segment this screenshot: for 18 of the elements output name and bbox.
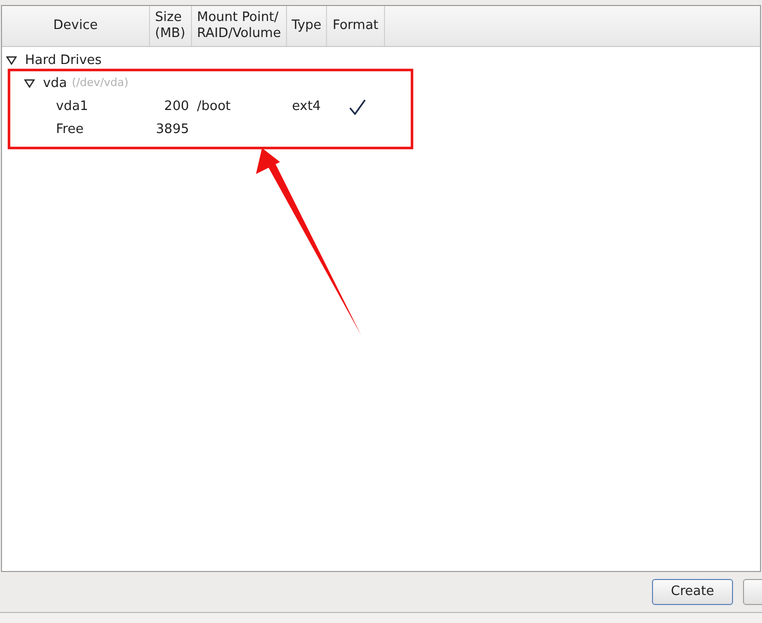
column-header[interactable]: Type: [287, 6, 327, 46]
device-name: vda1: [56, 98, 88, 116]
expander-icon[interactable]: [24, 79, 35, 88]
column-header[interactable]: Size (MB): [150, 6, 192, 46]
create-button[interactable]: Create: [652, 579, 733, 605]
checkmark-icon[interactable]: [348, 98, 366, 114]
column-header[interactable]: Device: [2, 6, 150, 46]
device-name: Hard Drives: [25, 52, 102, 70]
size-cell-text: 200: [164, 98, 189, 116]
device-name: Free: [56, 120, 84, 139]
device-path: (/dev/vda): [72, 75, 128, 92]
device-name: vda: [43, 74, 67, 93]
mount-point-cell: /boot: [197, 98, 231, 114]
column-header[interactable]: Mount Point/ RAID/Volume: [192, 6, 287, 46]
size-cell-text: 3895: [156, 120, 189, 139]
type-cell: ext4: [292, 98, 321, 114]
column-header[interactable]: Format: [327, 6, 385, 46]
expander-icon[interactable]: [6, 56, 17, 65]
